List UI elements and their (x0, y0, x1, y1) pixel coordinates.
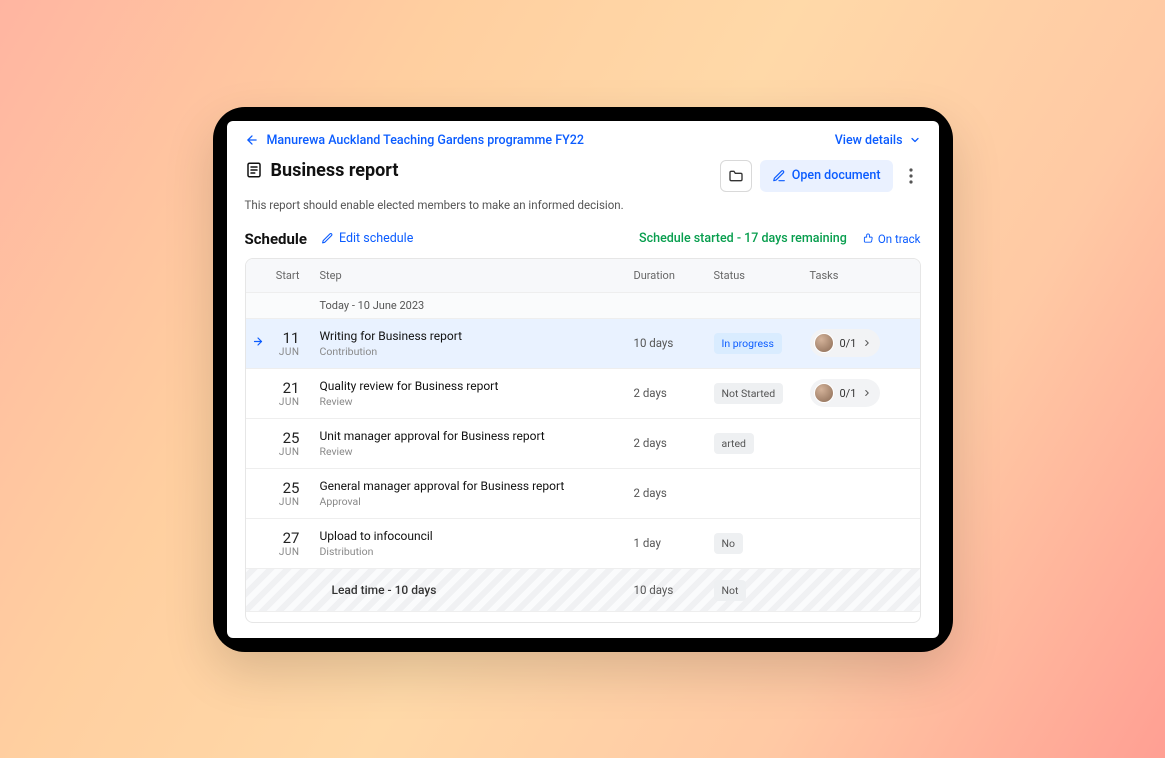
step-sub: Contribution (320, 345, 634, 358)
on-track-label: On track (878, 232, 921, 246)
col-duration: Duration (634, 269, 714, 282)
task-chip[interactable]: 0/1 (810, 379, 881, 407)
edit-schedule-button[interactable]: Edit schedule (321, 231, 413, 246)
step-title: Unit manager approval for Business repor… (320, 429, 634, 443)
schedule-table: Start Step Duration Status Tasks Today -… (245, 258, 921, 623)
folder-button[interactable] (720, 160, 752, 192)
chevron-down-icon (909, 134, 921, 146)
chevron-right-icon (862, 338, 872, 348)
avatar (814, 333, 834, 353)
current-step-arrow-icon (252, 336, 264, 351)
step-sub: Review (320, 395, 634, 408)
pencil-icon (321, 232, 334, 245)
start-day: 27 (246, 529, 300, 547)
step-sub: Review (320, 445, 634, 458)
task-count: 0/1 (840, 337, 857, 350)
edit-icon (772, 169, 786, 183)
document-icon (245, 161, 263, 179)
page-subtitle: This report should enable elected member… (227, 196, 939, 226)
step-title: Writing for Business report (320, 329, 634, 343)
folder-icon (728, 168, 744, 184)
thumbs-up-icon (863, 233, 874, 244)
col-status: Status (714, 269, 810, 282)
arrow-left-icon (245, 133, 259, 147)
table-header: Start Step Duration Status Tasks (246, 259, 920, 292)
table-row[interactable]: 25JUN General manager approval for Busine… (246, 468, 920, 518)
breadcrumb-label: Manurewa Auckland Teaching Gardens progr… (267, 133, 584, 148)
open-document-label: Open document (792, 168, 881, 183)
lead-time-status: Not (714, 580, 747, 601)
start-month: JUN (246, 447, 300, 458)
step-sub: Approval (320, 495, 634, 508)
step-title: Quality review for Business report (320, 379, 634, 393)
duration-value: 1 day (634, 536, 714, 550)
col-start: Start (246, 269, 308, 282)
on-track-badge: On track (863, 232, 921, 246)
duration-value: 2 days (634, 486, 714, 500)
table-row[interactable]: 21JUN Quality review for Business report R… (246, 368, 920, 418)
screen: Manurewa Auckland Teaching Gardens progr… (227, 121, 939, 638)
view-details-label: View details (835, 133, 903, 148)
page-title: Business report (271, 160, 399, 181)
status-badge: Not Started (714, 383, 784, 404)
col-step: Step (308, 269, 634, 282)
status-badge: In progress (714, 333, 782, 354)
duration-value: 2 days (634, 436, 714, 450)
step-title: General manager approval for Business re… (320, 479, 634, 493)
table-row[interactable]: 11JUNWriting for Business reportContribu… (246, 318, 920, 368)
status-badge: arted (714, 433, 754, 454)
tablet-frame: Manurewa Auckland Teaching Gardens progr… (213, 107, 953, 652)
avatar (814, 383, 834, 403)
more-button[interactable] (901, 160, 921, 192)
start-month: JUN (246, 497, 300, 508)
lead-time-duration: 10 days (634, 583, 714, 597)
more-vertical-icon (909, 168, 913, 184)
start-month: JUN (246, 397, 300, 408)
status-badge: No (714, 533, 743, 554)
start-day: 21 (246, 379, 300, 397)
duration-value: 2 days (634, 386, 714, 400)
lead-time-label: Lead time - 10 days (308, 583, 634, 597)
col-tasks: Tasks (810, 269, 920, 282)
table-row[interactable]: 25JUN Unit manager approval for Business … (246, 418, 920, 468)
schedule-status: Schedule started - 17 days remaining (639, 231, 847, 246)
start-day: 25 (246, 479, 300, 497)
table-row[interactable]: 27JUN Upload to infocouncil Distribution1 … (246, 518, 920, 568)
today-row: Today - 10 June 2023 (246, 292, 920, 318)
start-month: JUN (246, 547, 300, 558)
step-sub: Distribution (320, 545, 634, 558)
chevron-right-icon (862, 388, 872, 398)
duration-value: 10 days (634, 336, 714, 350)
breadcrumb[interactable]: Manurewa Auckland Teaching Gardens progr… (245, 133, 584, 148)
start-day: 25 (246, 429, 300, 447)
open-document-button[interactable]: Open document (760, 160, 893, 192)
title-row: Business report Open document (227, 158, 939, 196)
partial-row (246, 611, 920, 622)
header: Manurewa Auckland Teaching Gardens progr… (227, 121, 939, 158)
schedule-header: Schedule Edit schedule Schedule started … (227, 226, 939, 258)
task-count: 0/1 (840, 387, 857, 400)
lead-time-row: Lead time - 10 days 10 days Not (246, 568, 920, 611)
schedule-title: Schedule (245, 230, 307, 248)
view-details-button[interactable]: View details (835, 133, 921, 148)
action-bar: Open document (720, 160, 921, 192)
task-chip[interactable]: 0/1 (810, 329, 881, 357)
edit-schedule-label: Edit schedule (339, 231, 413, 246)
step-title: Upload to infocouncil (320, 529, 634, 543)
